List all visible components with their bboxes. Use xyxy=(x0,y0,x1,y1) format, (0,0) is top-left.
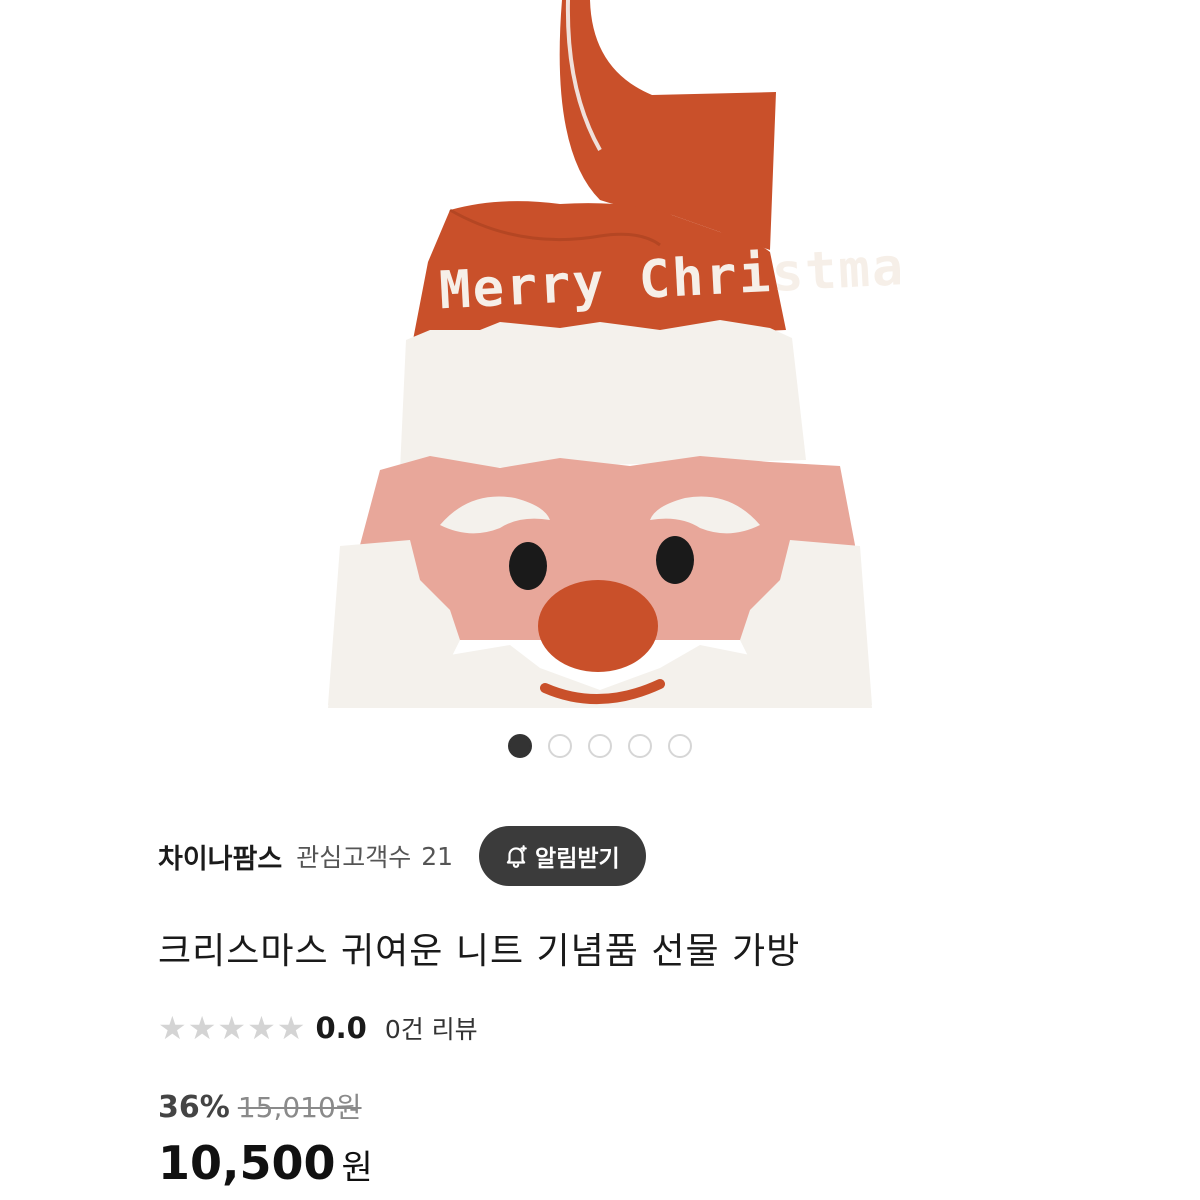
review-count[interactable]: 0건 리뷰 xyxy=(385,1010,478,1046)
santa-eye-right xyxy=(656,536,694,584)
star-icon: ★ xyxy=(217,1009,247,1047)
rating-row[interactable]: ★ ★ ★ ★ ★ 0.0 0건 리뷰 xyxy=(158,1006,478,1050)
carousel-dot-2[interactable] xyxy=(548,734,572,758)
discount-rate: 36% xyxy=(158,1090,230,1125)
seller-row: 차이나팜스 관심고객수 21 알림받기 xyxy=(158,826,646,886)
image-carousel-indicator xyxy=(0,734,1200,758)
product-image[interactable]: Merry Christmas xyxy=(300,0,900,720)
follower-count: 21 xyxy=(421,841,454,871)
rating-score: 0.0 xyxy=(315,1011,367,1045)
star-icon: ★ xyxy=(276,1009,306,1047)
star-icon: ★ xyxy=(247,1009,276,1047)
rating-stars: ★ ★ ★ ★ ★ xyxy=(158,1012,305,1044)
seller-name[interactable]: 차이나팜스 xyxy=(158,837,282,876)
notify-button-label: 알림받기 xyxy=(535,846,620,872)
product-title: 크리스마스 귀여운 니트 기념품 선물 가방 xyxy=(158,931,801,972)
price-row: 10,500 원 xyxy=(158,1136,373,1190)
price-unit: 원 xyxy=(341,1148,373,1188)
sale-price: 10,500 xyxy=(158,1136,336,1190)
follower-label: 관심고객수 xyxy=(296,843,412,872)
santa-nose xyxy=(538,580,658,672)
star-icon: ★ xyxy=(187,1009,217,1047)
santa-eye-left xyxy=(509,542,547,590)
bell-plus-icon xyxy=(506,845,527,868)
carousel-dot-1[interactable] xyxy=(508,734,532,758)
notify-button[interactable]: 알림받기 xyxy=(479,826,646,886)
star-icon: ★ xyxy=(158,1009,187,1047)
original-price: 15,010원 xyxy=(237,1091,362,1124)
carousel-dot-5[interactable] xyxy=(668,734,692,758)
carousel-dot-4[interactable] xyxy=(628,734,652,758)
discount-row: 36% 15,010원 xyxy=(158,1086,362,1126)
carousel-dot-3[interactable] xyxy=(588,734,612,758)
